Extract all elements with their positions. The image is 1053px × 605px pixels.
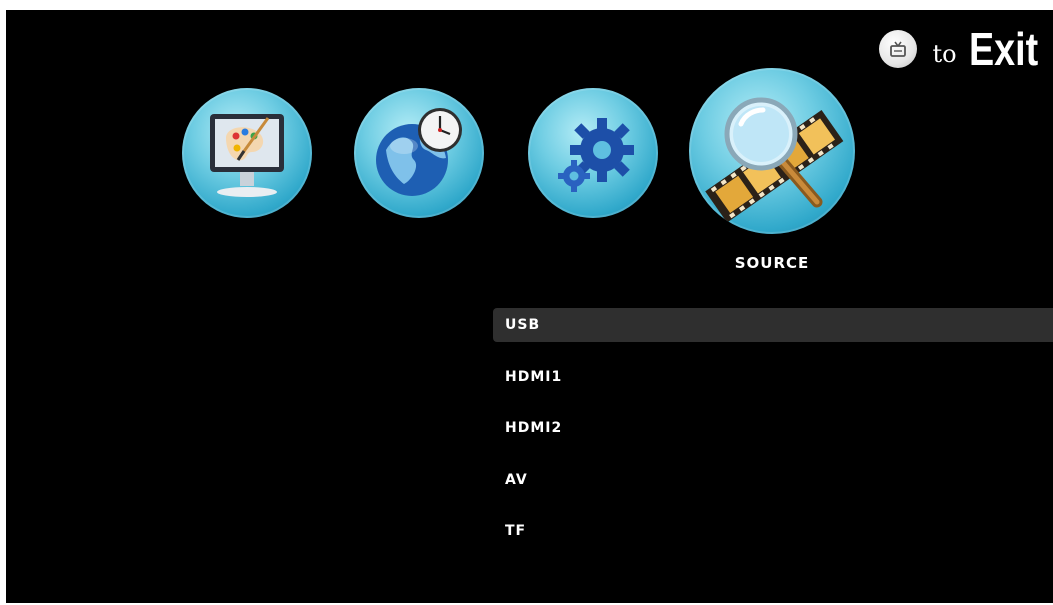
source-item-usb[interactable]: USB: [493, 308, 1053, 342]
source-item-av[interactable]: AV: [493, 463, 1053, 497]
source-item-hdmi1[interactable]: HDMI1: [493, 360, 1053, 394]
exit-to-text: to: [932, 40, 957, 68]
magnifier-film-icon: [705, 97, 844, 223]
menu-item-setup[interactable]: [528, 88, 658, 218]
tv-icon[interactable]: [878, 30, 917, 68]
gears-icon: [558, 118, 634, 192]
source-list: USB HDMI1 HDMI2 AV TF: [493, 308, 1053, 566]
source-item-hdmi2[interactable]: HDMI2: [493, 411, 1053, 445]
source-item-tf[interactable]: TF: [493, 514, 1053, 548]
menu-selected-label: SOURCE: [734, 254, 810, 272]
monitor-palette-icon: [210, 114, 284, 197]
menu-item-source[interactable]: [689, 68, 855, 234]
exit-text: Exit: [968, 23, 1038, 75]
globe-clock-icon: [376, 108, 462, 196]
tv-menu-screen: to Exit SOURCE USB HDMI1 HDMI2 AV TF: [6, 10, 1053, 603]
exit-hint: to Exit: [878, 23, 1043, 75]
menu-item-time[interactable]: [354, 88, 484, 218]
menu-item-picture[interactable]: [182, 88, 312, 218]
